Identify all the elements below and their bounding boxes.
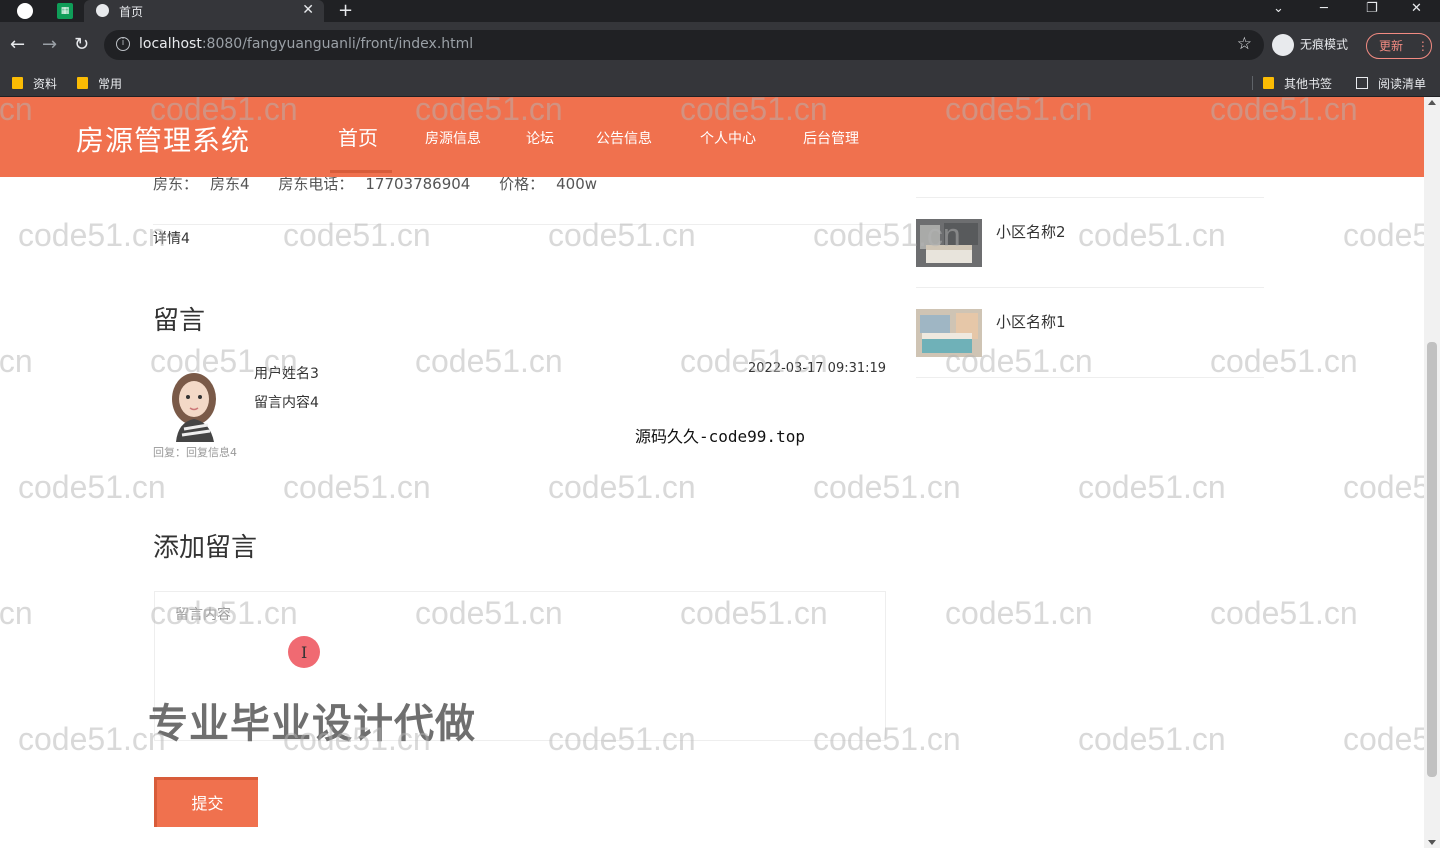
- site-logo[interactable]: 房源管理系统: [76, 119, 250, 159]
- forward-icon[interactable]: →: [42, 35, 57, 55]
- bookmark-folder-ziliao[interactable]: 资料: [12, 75, 57, 92]
- divider: [916, 197, 1264, 198]
- site-header: 房源管理系统 首页 房源信息 论坛 公告信息 个人中心 后台管理: [0, 97, 1424, 177]
- nav-house-info[interactable]: 房源信息: [425, 128, 481, 148]
- price-field: 价格： 400w: [499, 175, 598, 193]
- reading-list[interactable]: 阅读清单: [1356, 75, 1426, 92]
- bookmark-star-icon[interactable]: ☆: [1237, 34, 1252, 54]
- sheets-icon[interactable]: ▦: [57, 3, 73, 19]
- page: 房东： 房东4 房东电话： 17703786904 价格： 400w 详情4 留言 用…: [0, 97, 1440, 848]
- scrollbar-thumb[interactable]: [1427, 342, 1437, 777]
- text-cursor-icon: I: [301, 643, 308, 662]
- browser-tabbar: ▦ 首页 ✕ + ⌄ ─ ❐ ✕: [0, 0, 1440, 22]
- community-thumbnail: [916, 219, 982, 267]
- house-detail: 详情4: [153, 231, 190, 247]
- minimize-button[interactable]: ─: [1320, 0, 1328, 18]
- url-text: localhost:8080/fangyuanguanli/front/inde…: [139, 36, 474, 52]
- bookmark-folder-changyong[interactable]: 常用: [77, 75, 122, 92]
- new-tab-button[interactable]: +: [338, 0, 353, 22]
- watermark: .cn: [0, 595, 33, 631]
- browser-toolbar: ← → ↻ i localhost:8080/fangyuanguanli/fr…: [0, 22, 1440, 68]
- divider: [916, 377, 1264, 378]
- nav-personal-center[interactable]: 个人中心: [700, 128, 756, 148]
- watermark: code51.cn: [1078, 721, 1226, 757]
- watermark: code51.cn: [18, 217, 166, 253]
- watermark: code51.cn: [18, 469, 166, 505]
- promo-overlay-text: 专业毕业设计代做: [148, 701, 476, 747]
- info-icon[interactable]: i: [116, 37, 130, 51]
- community-thumbnail: [916, 309, 982, 357]
- landlord-field: 房东： 房东4: [153, 175, 250, 193]
- update-button[interactable]: 更新 ⋮: [1366, 33, 1432, 59]
- folder-icon: [12, 77, 23, 89]
- comment-reply: 回复：回复信息4: [153, 446, 237, 459]
- incognito-icon: [1272, 34, 1294, 56]
- community-name: 小区名称2: [996, 223, 1066, 241]
- watermark: code51.cn: [1078, 469, 1226, 505]
- watermark: code51.cn: [283, 217, 431, 253]
- reading-list-icon: [1356, 77, 1368, 89]
- add-comment-title: 添加留言: [153, 533, 258, 563]
- nav-forum[interactable]: 论坛: [526, 128, 554, 148]
- folder-icon: [77, 77, 88, 89]
- globe-icon: [96, 4, 109, 17]
- nav-notices[interactable]: 公告信息: [596, 128, 652, 148]
- watermark: code51.cn: [813, 469, 961, 505]
- watermark: code51.cn: [945, 595, 1093, 631]
- community-name: 小区名称1: [996, 313, 1066, 331]
- nav-active-indicator: [330, 170, 392, 173]
- browser-tab[interactable]: 首页 ✕: [84, 0, 324, 22]
- mouse-cursor-indicator: I: [288, 636, 320, 668]
- bookmarks-bar: 资料 常用 其他书签 阅读清单: [0, 68, 1440, 97]
- comment-time: 2022-03-17 09:31:19: [748, 361, 887, 376]
- globe-icon[interactable]: [17, 3, 33, 19]
- watermark: .cn: [0, 343, 33, 379]
- restore-button[interactable]: ❐: [1366, 0, 1378, 18]
- sidebar-item-community[interactable]: 小区名称2: [916, 219, 1264, 309]
- watermark: code51.cn: [548, 469, 696, 505]
- bookmark-folder-other[interactable]: 其他书签: [1263, 75, 1332, 92]
- close-icon[interactable]: ✕: [302, 2, 314, 18]
- back-icon[interactable]: ←: [10, 35, 25, 55]
- scroll-up-icon[interactable]: [1428, 100, 1436, 105]
- watermark: code51.cn: [18, 721, 166, 757]
- sidebar-item-community[interactable]: 小区名称1: [916, 309, 1264, 399]
- close-window-button[interactable]: ✕: [1411, 0, 1422, 18]
- comment-content: 留言内容4: [254, 395, 319, 411]
- source-note: 源码久久-code99.top: [635, 427, 805, 446]
- comment-username: 用户姓名3: [254, 366, 319, 382]
- watermark: code51.cn: [548, 217, 696, 253]
- chevron-down-icon[interactable]: ⌄: [1273, 0, 1284, 18]
- comments-title: 留言: [153, 306, 206, 336]
- scroll-down-icon[interactable]: [1428, 840, 1436, 845]
- watermark: code51.cn: [415, 343, 563, 379]
- incognito-indicator[interactable]: 无痕模式: [1272, 34, 1348, 56]
- divider: [153, 224, 886, 225]
- reload-icon[interactable]: ↻: [74, 35, 89, 55]
- bookmark-separator: [1252, 76, 1253, 90]
- tab-title: 首页: [119, 5, 144, 19]
- folder-icon: [1263, 77, 1274, 89]
- nav-admin[interactable]: 后台管理: [803, 128, 859, 148]
- nav-home[interactable]: 首页: [338, 122, 378, 151]
- phone-field: 房东电话： 17703786904: [278, 175, 471, 193]
- submit-button[interactable]: 提交: [154, 777, 258, 827]
- divider: [916, 287, 1264, 288]
- page-scrollbar[interactable]: [1424, 97, 1440, 848]
- address-bar[interactable]: i localhost:8080/fangyuanguanli/front/in…: [104, 30, 1264, 60]
- watermark: code51.cn: [283, 469, 431, 505]
- avatar: [172, 373, 216, 442]
- watermark: code51.cn: [1210, 595, 1358, 631]
